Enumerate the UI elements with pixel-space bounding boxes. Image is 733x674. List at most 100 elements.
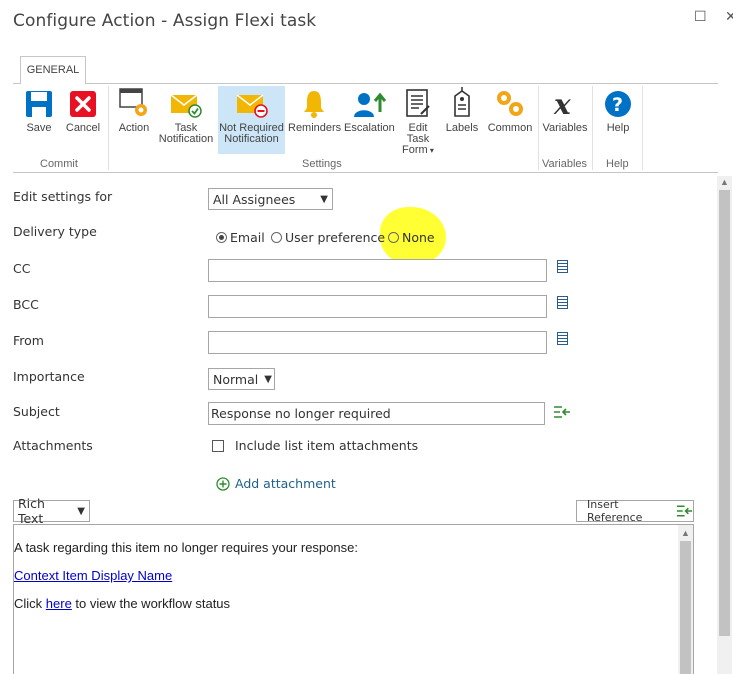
- bell-icon: [304, 91, 324, 118]
- escalation-person-icon: [354, 92, 386, 117]
- group-separator: [538, 86, 539, 170]
- from-input[interactable]: [208, 331, 547, 354]
- main-scroll-thumb[interactable]: [719, 190, 730, 636]
- workflow-status-link[interactable]: here: [46, 596, 72, 611]
- labels-label: Labels: [445, 122, 479, 134]
- chevron-down-icon: ▼: [77, 505, 85, 517]
- group-label-help: Help: [606, 158, 629, 170]
- common-button[interactable]: Common: [485, 86, 535, 156]
- rich-text-value: Rich Text: [18, 496, 45, 526]
- dialog-title: Configure Action - Assign Flexi task: [13, 11, 317, 31]
- tab-general[interactable]: GENERAL: [20, 56, 86, 84]
- not-required-notification-button[interactable]: Not Required Notification: [218, 86, 285, 154]
- radio-user-preference-label: User preference: [285, 230, 386, 246]
- include-attachments-label: Include list item attachments: [235, 438, 419, 453]
- help-label: Help: [606, 122, 630, 134]
- editor-line-1: A task regarding this item no longer req…: [14, 540, 358, 555]
- editor-line-3-post: to view the workflow status: [71, 596, 231, 611]
- subject-label: Subject: [13, 404, 60, 419]
- radio-none-label: None: [402, 230, 435, 246]
- cc-label: CC: [13, 261, 31, 276]
- chevron-down-icon: ▼: [264, 373, 272, 385]
- include-attachments-checkbox[interactable]: [212, 440, 224, 452]
- editor-line-3-pre: Click: [14, 596, 46, 611]
- escalation-button[interactable]: Escalation: [344, 86, 395, 156]
- edit-settings-value: All Assignees: [213, 191, 296, 207]
- cancel-label: Cancel: [65, 122, 101, 134]
- gears-icon: [497, 91, 523, 116]
- radio-email-label: Email: [230, 230, 265, 246]
- bcc-label: BCC: [13, 297, 39, 312]
- reminders-button[interactable]: Reminders: [288, 86, 341, 156]
- radio-user-preference[interactable]: [271, 232, 282, 244]
- variable-x-icon: x: [553, 90, 571, 118]
- address-book-icon[interactable]: [557, 332, 568, 345]
- cc-input[interactable]: [208, 259, 547, 282]
- importance-label: Importance: [13, 369, 85, 384]
- delivery-type-label: Delivery type: [13, 224, 97, 239]
- action-button[interactable]: Action: [114, 86, 154, 156]
- add-circle-icon: [216, 476, 230, 491]
- cancel-icon: [70, 91, 96, 117]
- insert-reference-button[interactable]: Insert Reference: [576, 498, 694, 524]
- insert-reference-icon[interactable]: [553, 405, 571, 419]
- group-separator: [592, 86, 593, 170]
- edit-task-form-button[interactable]: Edit Task Form ▾: [397, 86, 439, 156]
- chevron-down-icon: ▼: [320, 193, 328, 205]
- edit-settings-select[interactable]: All Assignees ▼: [208, 188, 333, 210]
- address-book-icon[interactable]: [557, 260, 568, 273]
- escalation-label: Escalation: [344, 122, 395, 134]
- envelope-check-icon: [170, 94, 202, 118]
- radio-email[interactable]: [216, 232, 227, 244]
- address-book-icon[interactable]: [557, 296, 568, 309]
- edit-task-form-label-1: Edit Task: [406, 122, 430, 145]
- group-label-variables: Variables: [542, 158, 588, 170]
- dropdown-arrow-icon: ▾: [427, 146, 434, 155]
- insert-reference-icon: [676, 505, 693, 517]
- from-label: From: [13, 333, 44, 348]
- action-gear-icon: [119, 88, 147, 116]
- edit-settings-label: Edit settings for: [13, 189, 113, 204]
- help-button[interactable]: ? Help: [598, 86, 638, 156]
- scroll-up-icon[interactable]: ▲: [681, 528, 690, 538]
- editor-line-3: Click here to view the workflow status: [14, 596, 230, 611]
- add-attachment-link[interactable]: Add attachment: [216, 476, 336, 491]
- rich-text-select[interactable]: Rich Text ▼: [13, 496, 90, 526]
- edit-task-form-label-2: Form: [402, 144, 428, 156]
- action-label: Action: [118, 122, 150, 134]
- task-notification-label-2: Notification: [158, 133, 214, 145]
- variables-button[interactable]: x Variables: [542, 86, 588, 156]
- save-icon: [26, 91, 52, 117]
- help-icon: ?: [605, 91, 631, 117]
- group-label-settings: Settings: [302, 158, 342, 170]
- close-icon[interactable]: ✕: [725, 8, 733, 25]
- save-label: Save: [26, 122, 52, 134]
- importance-value: Normal: [213, 371, 259, 387]
- editor-scroll-thumb[interactable]: [680, 541, 691, 674]
- bcc-input[interactable]: [208, 295, 547, 318]
- labels-button[interactable]: Labels: [443, 86, 481, 156]
- add-attachment-label: Add attachment: [235, 476, 336, 491]
- attachments-label: Attachments: [13, 438, 93, 453]
- form-icon: [406, 89, 430, 117]
- svg-text:?: ?: [612, 94, 623, 116]
- scroll-up-icon[interactable]: ▲: [720, 177, 729, 187]
- delivery-option-user-preference[interactable]: User preference: [271, 229, 385, 245]
- maximize-icon[interactable]: ☐: [694, 8, 707, 25]
- insert-reference-label: Insert Reference: [587, 498, 643, 524]
- save-button[interactable]: Save: [20, 86, 58, 156]
- delivery-option-none[interactable]: None: [388, 229, 435, 245]
- radio-none[interactable]: [388, 232, 399, 244]
- not-required-label-2: Notification: [224, 133, 279, 145]
- cancel-button[interactable]: Cancel: [64, 86, 102, 156]
- task-notification-button[interactable]: Task Notification: [158, 86, 214, 156]
- group-separator: [642, 86, 643, 170]
- importance-select[interactable]: Normal ▼: [208, 368, 275, 390]
- variables-label: Variables: [542, 122, 588, 134]
- group-separator: [108, 86, 109, 170]
- svg-text:x: x: [553, 90, 571, 118]
- subject-input[interactable]: Response no longer required: [208, 402, 545, 425]
- tag-icon: [454, 87, 470, 117]
- context-item-link[interactable]: Context Item Display Name: [14, 568, 172, 583]
- delivery-option-email[interactable]: Email: [216, 229, 265, 245]
